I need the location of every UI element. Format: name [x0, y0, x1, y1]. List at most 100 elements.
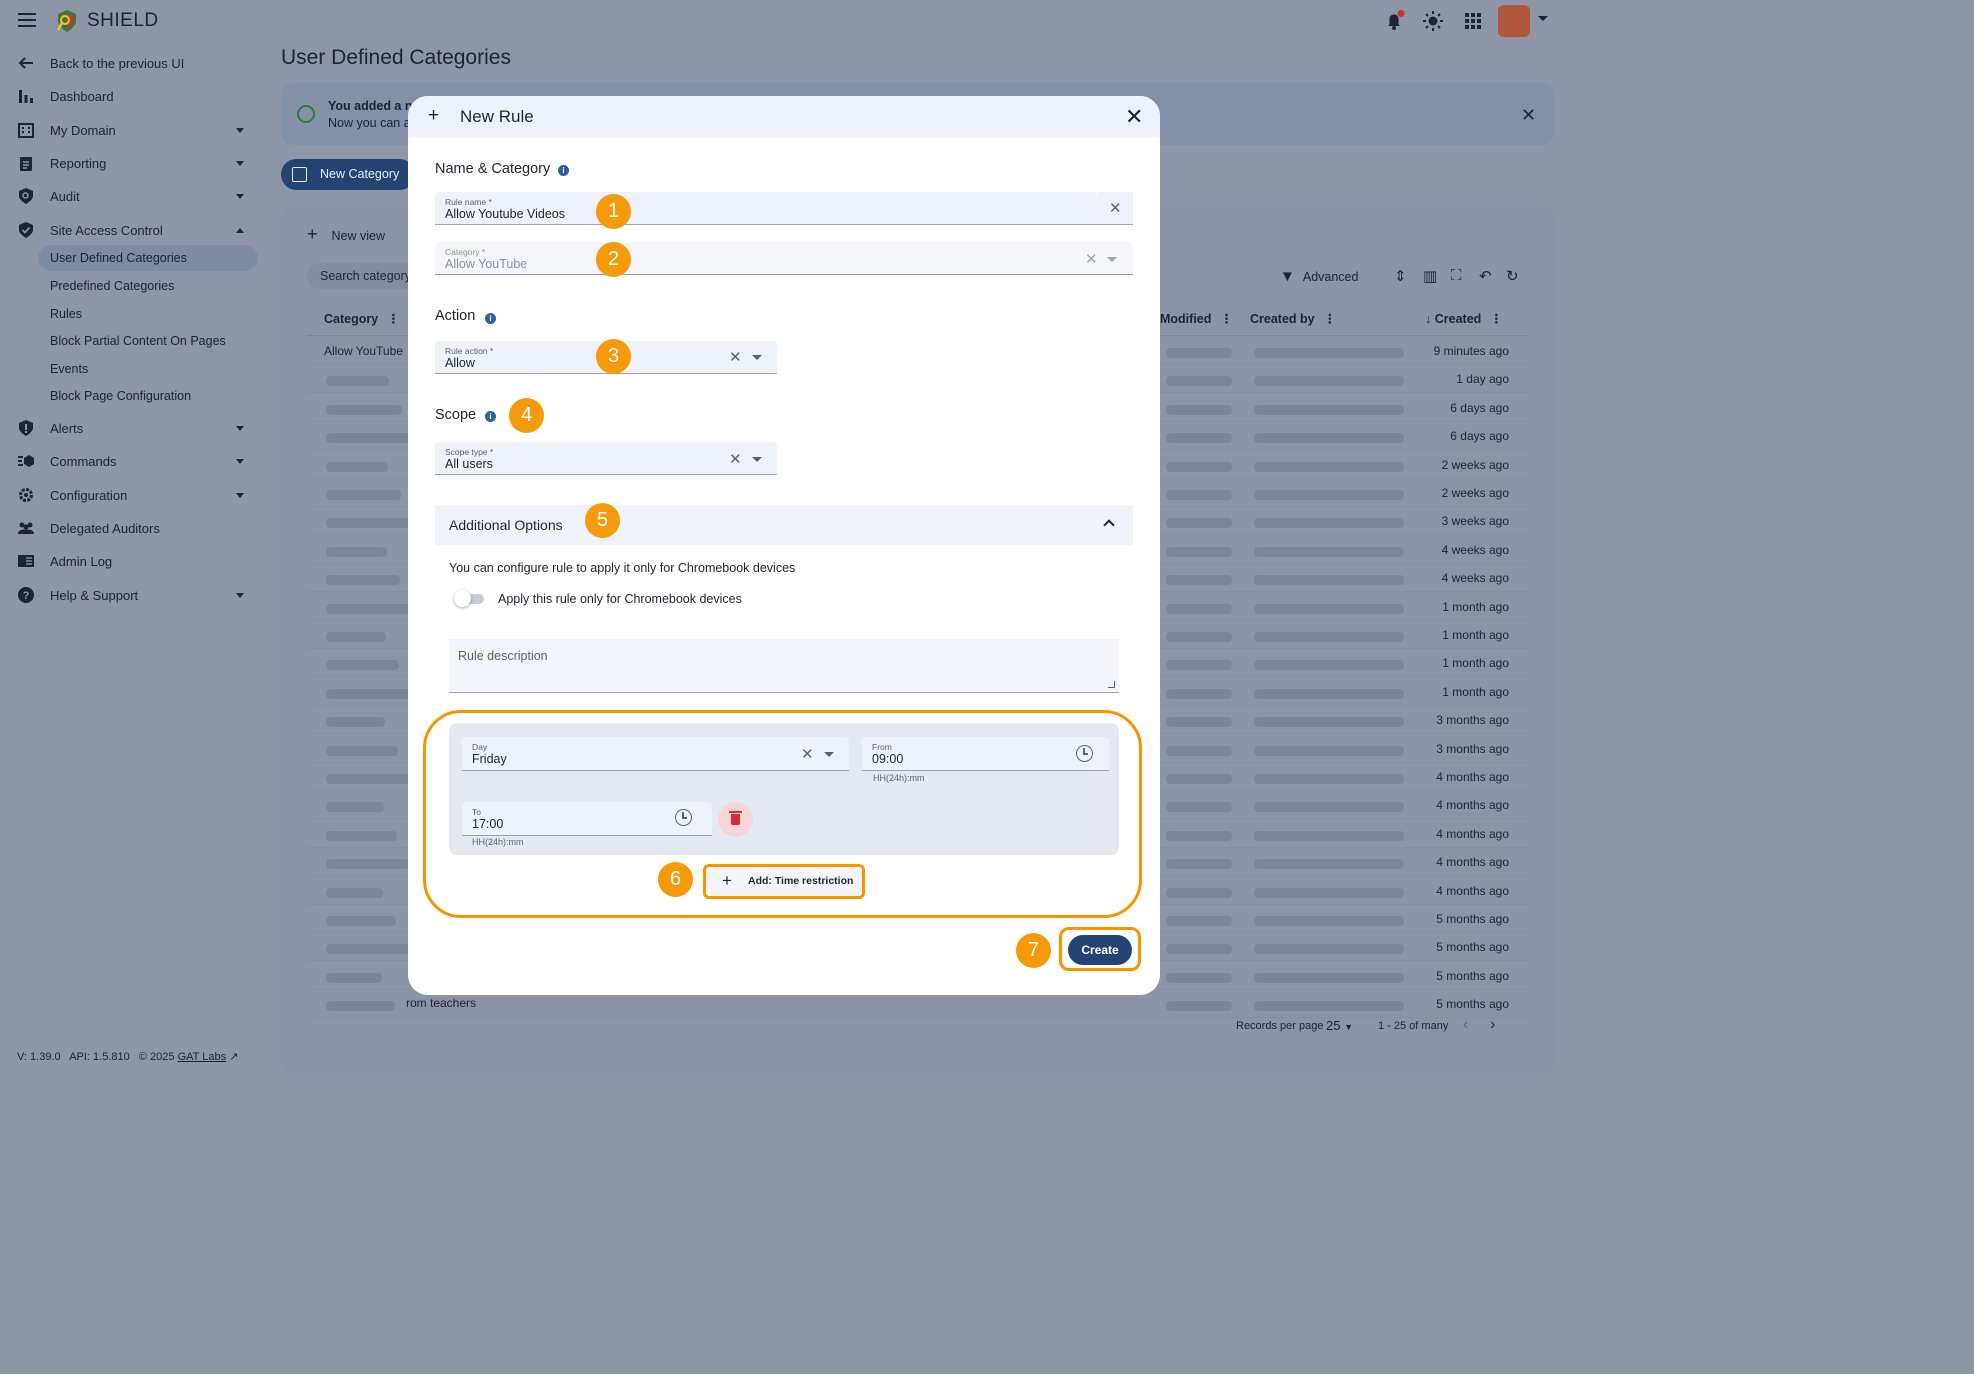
- clear-icon[interactable]: ✕: [729, 450, 742, 468]
- blurred-category: [326, 433, 415, 444]
- step-badge-1: 1: [596, 194, 631, 229]
- brightness-icon[interactable]: [1422, 10, 1444, 32]
- chevron-down-icon: [236, 128, 244, 133]
- column-header-created-by[interactable]: Created by ⋮: [1250, 311, 1336, 326]
- sidebar-item-commands[interactable]: Commands: [0, 446, 262, 476]
- back-to-previous-ui[interactable]: Back to the previous UI: [0, 48, 262, 78]
- additional-options-accordion[interactable]: Additional Options: [435, 505, 1133, 545]
- records-per-page-select[interactable]: 25 ▼: [1326, 1018, 1353, 1033]
- sidebar-item-reporting[interactable]: Reporting: [0, 148, 262, 178]
- section-title-scope: Scope: [435, 407, 477, 423]
- density-icon[interactable]: ⇕: [1394, 267, 1407, 285]
- columns-icon[interactable]: ▥: [1423, 267, 1437, 285]
- sidebar-item-help-support[interactable]: ? Help & Support: [0, 580, 262, 610]
- clear-icon[interactable]: ✕: [1085, 250, 1098, 268]
- chevron-down-icon: [236, 194, 244, 199]
- menu-icon[interactable]: [18, 13, 36, 27]
- fullscreen-icon[interactable]: ⛶: [1451, 267, 1462, 284]
- sidebar-item-delegated-auditors[interactable]: Delegated Auditors: [0, 513, 262, 543]
- blurred-created-by: [1254, 433, 1404, 444]
- version-info: V: 1.39.0 API: 1.5.810 © 2025 GAT Labs ↗: [17, 1051, 239, 1063]
- sidebar-item-my-domain[interactable]: My Domain: [0, 115, 262, 145]
- blurred-modified: [1166, 632, 1232, 642]
- apps-grid-icon[interactable]: [1462, 10, 1484, 32]
- undo-icon[interactable]: ↶: [1479, 267, 1492, 285]
- new-category-button[interactable]: New Category: [281, 159, 415, 190]
- step-badge-3: 3: [596, 339, 631, 374]
- blurred-created-by: [1254, 404, 1404, 415]
- column-header-modified[interactable]: Modified ⋮: [1160, 311, 1233, 326]
- bar-chart-icon: [19, 90, 33, 103]
- blurred-created-by: [1254, 688, 1404, 699]
- chromebook-toggle[interactable]: [454, 590, 471, 607]
- blurred-created-by: [1254, 802, 1404, 813]
- prev-page-icon[interactable]: ‹: [1463, 1016, 1468, 1034]
- chevron-down-icon[interactable]: [752, 457, 762, 462]
- sidebar-subitem-block-partial-content[interactable]: Block Partial Content On Pages: [38, 328, 258, 354]
- next-page-icon[interactable]: ›: [1490, 1016, 1495, 1034]
- column-header-category[interactable]: Category ⋮: [324, 311, 400, 326]
- blurred-category: [326, 546, 387, 557]
- blurred-category: [326, 745, 398, 756]
- advanced-filter-button[interactable]: ▼ Advanced: [1280, 268, 1358, 285]
- new-view-button[interactable]: + New view: [307, 224, 385, 245]
- plus-icon: +: [307, 224, 318, 244]
- blurred-created-by: [1254, 461, 1404, 472]
- close-icon[interactable]: ✕: [1521, 105, 1536, 126]
- rule-name-field[interactable]: Rule name * Allow Youtube Videos: [435, 192, 1097, 225]
- info-icon[interactable]: i: [485, 411, 496, 422]
- bell-icon[interactable]: [1383, 10, 1405, 32]
- blurred-modified: [1166, 717, 1232, 728]
- alert-shield-icon: [19, 420, 33, 436]
- table-cell-category[interactable]: Allow YouTube: [324, 344, 403, 358]
- dialog-title: New Rule: [460, 107, 534, 126]
- close-icon[interactable]: ✕: [1125, 104, 1143, 130]
- sidebar-subitem-events[interactable]: Events: [38, 356, 258, 382]
- sidebar-item-dashboard[interactable]: Dashboard: [0, 81, 262, 111]
- step-badge-6: 6: [658, 862, 693, 897]
- chevron-down-icon[interactable]: [1107, 257, 1117, 262]
- arrow-left-icon: [18, 57, 33, 69]
- rule-description-textarea[interactable]: Rule description: [449, 639, 1119, 693]
- sidebar-item-audit[interactable]: Audit: [0, 181, 262, 211]
- column-header-created[interactable]: ↓ Created ⋮: [1425, 311, 1503, 326]
- sidebar-item-site-access-control[interactable]: Site Access Control: [0, 215, 262, 245]
- table-cell-created: 9 minutes ago: [1433, 344, 1509, 358]
- avatar[interactable]: [1498, 5, 1530, 37]
- info-icon[interactable]: i: [558, 165, 569, 176]
- sidebar-subitem-block-page-configuration[interactable]: Block Page Configuration: [38, 383, 258, 409]
- info-icon[interactable]: i: [485, 313, 496, 324]
- scope-type-select[interactable]: Scope type * All users: [435, 442, 777, 475]
- table-cell-created: 5 months ago: [1436, 940, 1509, 955]
- refresh-icon[interactable]: ↻: [1506, 267, 1519, 285]
- blurred-category: [326, 461, 388, 472]
- sidebar-item-alerts[interactable]: Alerts: [0, 413, 262, 443]
- log-book-icon: [18, 555, 34, 567]
- table-cell-created: 1 month ago: [1442, 599, 1509, 614]
- sidebar-item-admin-log[interactable]: Admin Log: [0, 546, 262, 576]
- blurred-category: [326, 916, 396, 926]
- sidebar-subitem-user-defined-categories[interactable]: User Defined Categories: [38, 245, 258, 271]
- sort-down-icon: ↓: [1425, 312, 1432, 326]
- chevron-down-icon: [236, 459, 244, 464]
- pagination-range: 1 - 25 of many: [1378, 1020, 1449, 1032]
- highlight-add-button: [703, 864, 865, 899]
- sidebar-item-configuration[interactable]: Configuration: [0, 480, 262, 510]
- sidebar-subitem-rules[interactable]: Rules: [38, 301, 258, 327]
- filter-icon: ▼: [1280, 268, 1295, 285]
- chevron-down-icon[interactable]: [752, 355, 762, 360]
- clear-rule-name-button[interactable]: ✕: [1097, 192, 1133, 225]
- section-title-name-category: Name & Category: [435, 161, 551, 177]
- blurred-category: [326, 802, 384, 813]
- table-cell-created: 2 weeks ago: [1441, 457, 1509, 472]
- chevron-down-icon[interactable]: [1538, 16, 1548, 21]
- blurred-modified: [1166, 376, 1232, 387]
- category-select[interactable]: Category * Allow YouTube: [435, 242, 1133, 275]
- records-per-page-label: Records per page: [1236, 1020, 1324, 1032]
- resize-handle[interactable]: [1108, 681, 1115, 688]
- clear-icon[interactable]: ✕: [729, 348, 742, 366]
- blurred-created-by: [1254, 518, 1404, 529]
- gat-labs-link[interactable]: GAT Labs: [178, 1051, 227, 1063]
- sidebar-subitem-predefined-categories[interactable]: Predefined Categories: [38, 273, 258, 299]
- blurred-created-by: [1254, 348, 1404, 358]
